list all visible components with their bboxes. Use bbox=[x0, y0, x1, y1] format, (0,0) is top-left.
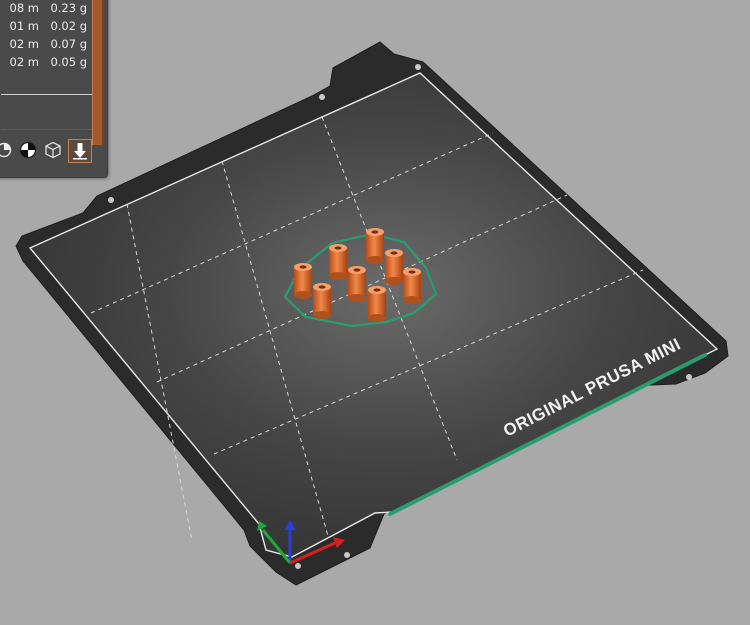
object-peg[interactable] bbox=[368, 286, 386, 322]
filament-weight: 0.23 g bbox=[50, 1, 87, 15]
filament-weight: 0.02 g bbox=[50, 19, 87, 33]
bed-mount-hole bbox=[686, 374, 692, 380]
filament-length: 01 m bbox=[9, 19, 40, 33]
wireframe-button[interactable] bbox=[42, 139, 64, 161]
legend-panel: 08 m 0.23 g 01 m 0.02 g 02 m 0.07 g 02 m 0.0… bbox=[0, 0, 108, 178]
color-scale-bar bbox=[92, 0, 103, 145]
object-peg[interactable] bbox=[385, 249, 403, 285]
pie-view-button[interactable] bbox=[17, 139, 39, 161]
filament-length: 02 m bbox=[9, 37, 40, 51]
viewport-canvas[interactable]: ORIGINAL PRUSA MINI bbox=[0, 0, 750, 625]
3d-viewport[interactable]: ORIGINAL PRUSA MINI bbox=[0, 0, 750, 625]
pie-view-icon bbox=[19, 141, 37, 159]
legend-row: 02 m 0.07 g bbox=[0, 36, 88, 52]
export-icon bbox=[73, 143, 87, 160]
bed-mount-hole bbox=[415, 64, 421, 70]
filament-weight: 0.07 g bbox=[50, 37, 87, 51]
object-peg[interactable] bbox=[329, 244, 347, 280]
panel-divider bbox=[1, 129, 93, 130]
legend-row: 01 m 0.02 g bbox=[0, 18, 88, 34]
panel-divider bbox=[1, 94, 93, 95]
object-peg[interactable] bbox=[403, 268, 421, 304]
bed-mount-hole bbox=[295, 563, 301, 569]
bed-mount-hole bbox=[108, 197, 114, 203]
object-peg[interactable] bbox=[366, 228, 384, 264]
export-button[interactable] bbox=[68, 139, 92, 163]
object-peg[interactable] bbox=[348, 266, 366, 302]
wireframe-cube-icon bbox=[45, 141, 61, 159]
filament-length: 08 m bbox=[9, 1, 40, 15]
object-peg[interactable] bbox=[313, 283, 331, 319]
cut-view-icon bbox=[0, 142, 12, 158]
bed-mount-hole bbox=[344, 552, 350, 558]
filament-length: 02 m bbox=[9, 55, 40, 69]
legend-row: 08 m 0.23 g bbox=[0, 0, 88, 16]
filament-weight: 0.05 g bbox=[50, 55, 87, 69]
bed-mount-hole bbox=[319, 94, 325, 100]
object-peg[interactable] bbox=[294, 263, 312, 299]
cut-view-button[interactable] bbox=[0, 139, 15, 161]
legend-row: 02 m 0.05 g bbox=[0, 54, 88, 70]
